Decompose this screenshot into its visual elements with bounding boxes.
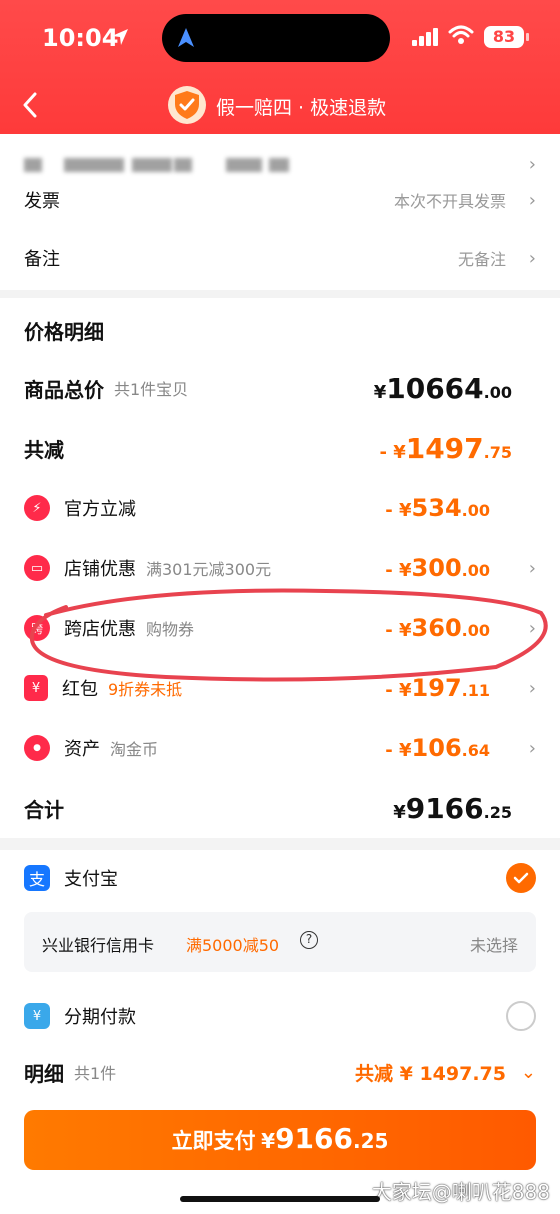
total-reduce-label: 共减 [24, 437, 64, 462]
discount-label: 红包 [62, 679, 98, 700]
remark-label: 备注 [24, 249, 60, 270]
remark-row[interactable]: 备注 无备注 › [24, 238, 536, 278]
cellular-signal-icon [412, 28, 438, 46]
invoice-chevron-icon: › [528, 189, 536, 211]
discount-amount: - ¥197.11 [385, 674, 490, 702]
discount-row-asset[interactable]: ● 资产 淘金币 - ¥106.64 › [24, 728, 536, 768]
discount-label: 资产 [64, 739, 100, 760]
discount-sub: 9折券未抵 [108, 680, 183, 699]
price-detail-card: 价格明细 商品总价 共1件宝贝 ¥10664.00 共减 - ¥1497.75 … [0, 298, 560, 838]
discount-label: 官方立减 [64, 499, 136, 520]
goods-total-row: 商品总价 共1件宝贝 ¥10664.00 [24, 368, 536, 408]
tag-icon: ● [24, 735, 50, 761]
bank-status: 未选择 [469, 936, 518, 955]
status-time: 10:04 [42, 24, 119, 52]
chevron-right-icon: › [528, 617, 536, 639]
discount-row-cross-store[interactable]: 跨 跨店优惠 购物券 - ¥360.00 › [24, 608, 536, 648]
shield-badge [168, 86, 206, 124]
discount-row-official: ⚡ 官方立减 - ¥534.00 [24, 488, 536, 528]
remark-value: 无备注 [457, 250, 506, 269]
installment-icon: ¥ [24, 1003, 50, 1029]
total-reduce-amount: - ¥1497.75 [379, 431, 512, 465]
alipay-row[interactable]: 支 支付宝 [24, 858, 536, 898]
redacted-address-row [24, 152, 304, 176]
bank-label: 兴业银行信用卡 [42, 936, 155, 955]
discount-label: 店铺优惠 [64, 559, 136, 580]
goods-count: 共1件宝贝 [114, 380, 189, 399]
chevron-double-down-icon[interactable]: ⌄ [521, 1062, 536, 1083]
discount-row-red-packet[interactable]: ¥ 红包 9折券未抵 - ¥197.11 › [24, 668, 536, 708]
header-title: 假一赔四 · 极速退款 [216, 97, 387, 119]
pay-now-button[interactable]: 立即支付 ¥9166.25 [24, 1110, 536, 1170]
red-packet-icon: ¥ [24, 675, 48, 701]
total-amount: ¥9166.25 [393, 791, 512, 825]
shield-check-icon [175, 91, 199, 119]
installment-row[interactable]: ¥ 分期付款 [24, 996, 536, 1036]
alipay-icon: 支 [24, 865, 50, 891]
chevron-right-icon: › [528, 677, 536, 699]
bank-card-box[interactable]: 兴业银行信用卡 满5000减50 ? 未选择 [24, 912, 536, 972]
discount-amount: - ¥360.00 [385, 614, 490, 642]
shop-icon: ▭ [24, 555, 50, 581]
total-row: 合计 ¥9166.25 [24, 788, 536, 828]
help-icon[interactable]: ? [300, 931, 318, 949]
navigation-arrow-icon [178, 28, 194, 47]
total-reduce-row: 共减 - ¥1497.75 [24, 428, 536, 468]
address-chevron-icon[interactable]: › [529, 154, 536, 175]
detail-count: 共1件 [74, 1064, 117, 1083]
chevron-right-icon: › [528, 737, 536, 759]
price-section-header: 价格明细 [24, 310, 536, 350]
pay-button-text: 立即支付 ¥9166.25 [171, 1122, 389, 1155]
discount-sub: 购物券 [146, 620, 195, 639]
radio-unchecked-icon[interactable] [506, 1001, 536, 1031]
wifi-icon [448, 25, 474, 44]
detail-reduce: 共减 ¥ 1497.75 [355, 1062, 506, 1085]
lightning-icon: ⚡ [24, 495, 50, 521]
discount-sub: 淘金币 [110, 740, 159, 759]
check-circle-icon[interactable] [506, 863, 536, 893]
goods-total-label: 商品总价 [24, 377, 104, 402]
discount-amount: - ¥300.00 [385, 554, 490, 582]
order-info-card: › 发票 本次不开具发票 › 备注 无备注 › [0, 134, 560, 290]
back-arrow-icon[interactable] [22, 92, 38, 118]
chevron-right-icon: › [528, 557, 536, 579]
discount-row-shop[interactable]: ▭ 店铺优惠 满301元减300元 - ¥300.00 › [24, 548, 536, 588]
detail-row[interactable]: 明细 共1件 共减 ¥ 1497.75 ⌄ [24, 1052, 536, 1092]
header: 10:04 83 假一赔四 · 极速退款 [0, 0, 560, 134]
invoice-row[interactable]: 发票 本次不开具发票 › [24, 180, 536, 220]
dynamic-island [162, 14, 390, 62]
invoice-label: 发票 [24, 191, 60, 212]
bank-promo: 满5000减50 [186, 936, 280, 955]
discount-amount: - ¥106.64 [385, 734, 490, 762]
discount-label: 跨店优惠 [64, 619, 136, 640]
installment-label: 分期付款 [64, 1007, 136, 1028]
detail-label: 明细 [24, 1061, 64, 1086]
remark-chevron-icon: › [528, 247, 536, 269]
price-section-title: 价格明细 [24, 319, 104, 344]
discount-sub: 满301元减300元 [146, 560, 272, 579]
invoice-value: 本次不开具发票 [393, 192, 506, 211]
battery-indicator: 83 [484, 26, 529, 48]
alipay-label: 支付宝 [64, 869, 118, 890]
cross-store-icon: 跨 [24, 615, 50, 641]
goods-total-amount: ¥10664.00 [373, 371, 512, 405]
location-arrow-icon [112, 29, 128, 45]
home-indicator [180, 1196, 380, 1202]
watermark: 大家坛@喇叭花888 [371, 1180, 550, 1204]
total-label: 合计 [24, 797, 64, 822]
discount-amount: - ¥534.00 [385, 494, 490, 522]
